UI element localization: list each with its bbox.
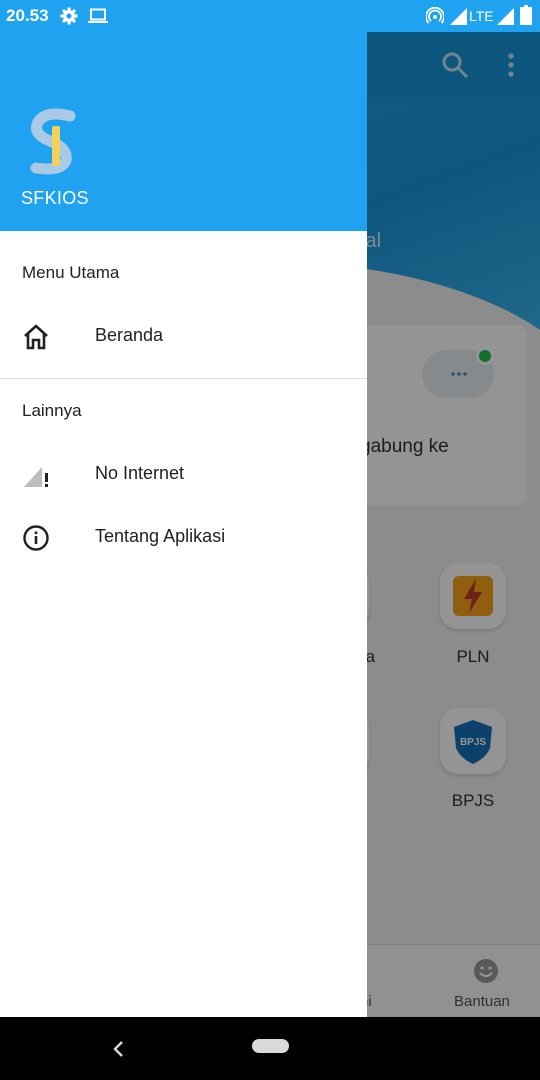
settings-icon <box>60 7 78 25</box>
navigation-drawer: SFKIOS Menu Utama Beranda Lainnya No Int… <box>0 0 367 1017</box>
menu-label-no-internet: No Internet <box>95 463 185 483</box>
battery-icon <box>520 5 532 25</box>
app-name: SFKIOS <box>21 188 89 208</box>
menu-item-beranda[interactable]: Beranda <box>0 305 367 368</box>
hotspot-icon <box>426 7 444 24</box>
status-time: 20.53 <box>6 6 49 25</box>
laptop-icon <box>88 8 108 23</box>
menu-item-no-internet[interactable]: No Internet <box>0 443 367 506</box>
no-signal-icon <box>24 467 48 487</box>
section-title-others: Lainnya <box>22 401 82 420</box>
info-icon <box>23 525 49 551</box>
status-bar: 20.53 LTE <box>0 0 540 32</box>
section-title-main: Menu Utama <box>22 263 120 282</box>
menu-label-tentang-aplikasi: Tentang Aplikasi <box>95 526 226 546</box>
signal-icon <box>450 8 467 25</box>
back-icon[interactable] <box>108 1037 130 1061</box>
drawer-divider <box>0 378 367 379</box>
menu-item-tentang-aplikasi[interactable]: Tentang Aplikasi <box>0 506 367 569</box>
menu-label-beranda: Beranda <box>95 325 164 345</box>
home-pill-button[interactable] <box>252 1039 289 1053</box>
drawer-header: SFKIOS <box>0 0 367 231</box>
home-icon <box>24 324 48 350</box>
signal-icon-2 <box>497 8 514 25</box>
network-type: LTE <box>469 8 494 24</box>
app-logo-icon <box>30 108 76 175</box>
system-navigation-bar <box>0 1017 540 1080</box>
